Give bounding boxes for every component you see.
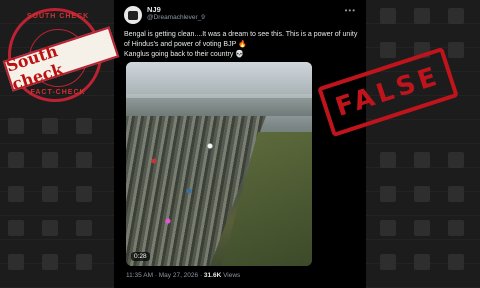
bg-square <box>76 118 92 134</box>
tweet-text-line: Kanglus going back to their country 💀 <box>124 51 245 58</box>
bg-square <box>414 8 430 24</box>
bg-square <box>448 42 464 58</box>
bg-square <box>448 152 464 168</box>
user-handle[interactable]: @Dreamachlever_9 <box>147 14 205 21</box>
bg-square <box>414 220 430 236</box>
tweet-card: NJ9 @Dreamachlever_9 ••• Bengal is getti… <box>114 0 366 288</box>
bg-square <box>414 186 430 202</box>
bg-square <box>414 152 430 168</box>
bg-square <box>380 8 396 24</box>
bg-square <box>76 186 92 202</box>
bg-square <box>380 220 396 236</box>
bg-square <box>42 220 58 236</box>
video-sky <box>126 62 312 94</box>
tweet-text-line: Bengal is getting clean....It was a drea… <box>124 31 358 48</box>
bg-square <box>8 186 24 202</box>
bg-square <box>448 220 464 236</box>
bg-square <box>380 152 396 168</box>
video-duration: 0:28 <box>131 252 150 261</box>
bg-square <box>448 8 464 24</box>
bg-square <box>380 42 396 58</box>
more-options-icon[interactable]: ••• <box>345 6 356 15</box>
bg-square <box>448 186 464 202</box>
bg-square <box>42 118 58 134</box>
tweet-meta: 11:35 AM · May 27, 2026 · 31.6K Views <box>126 272 240 279</box>
tweet-video[interactable]: 0:28 <box>126 62 312 266</box>
south-check-logo: SOUTH CHECK FACT-CHECK South check <box>2 8 120 102</box>
bg-square <box>42 152 58 168</box>
bg-square <box>76 254 92 270</box>
tweet-timestamp[interactable]: 11:35 AM · May 27, 2026 · <box>126 272 204 279</box>
user-name[interactable]: NJ9 <box>147 5 161 14</box>
views-label: Views <box>221 272 241 279</box>
bg-square <box>8 254 24 270</box>
bg-square <box>42 186 58 202</box>
stamp-top-text: SOUTH CHECK <box>26 13 90 20</box>
bg-square <box>380 186 396 202</box>
bg-square <box>76 152 92 168</box>
bg-square <box>380 254 396 270</box>
bg-square <box>8 220 24 236</box>
bg-square <box>414 254 430 270</box>
bg-square <box>8 152 24 168</box>
avatar[interactable] <box>124 6 142 24</box>
video-wall <box>126 98 312 116</box>
tweet-text: Bengal is getting clean....It was a drea… <box>124 30 360 60</box>
bg-square <box>76 220 92 236</box>
views-count: 31.6K <box>203 272 222 279</box>
bg-square <box>448 254 464 270</box>
bg-square <box>42 254 58 270</box>
bg-square <box>8 118 24 134</box>
